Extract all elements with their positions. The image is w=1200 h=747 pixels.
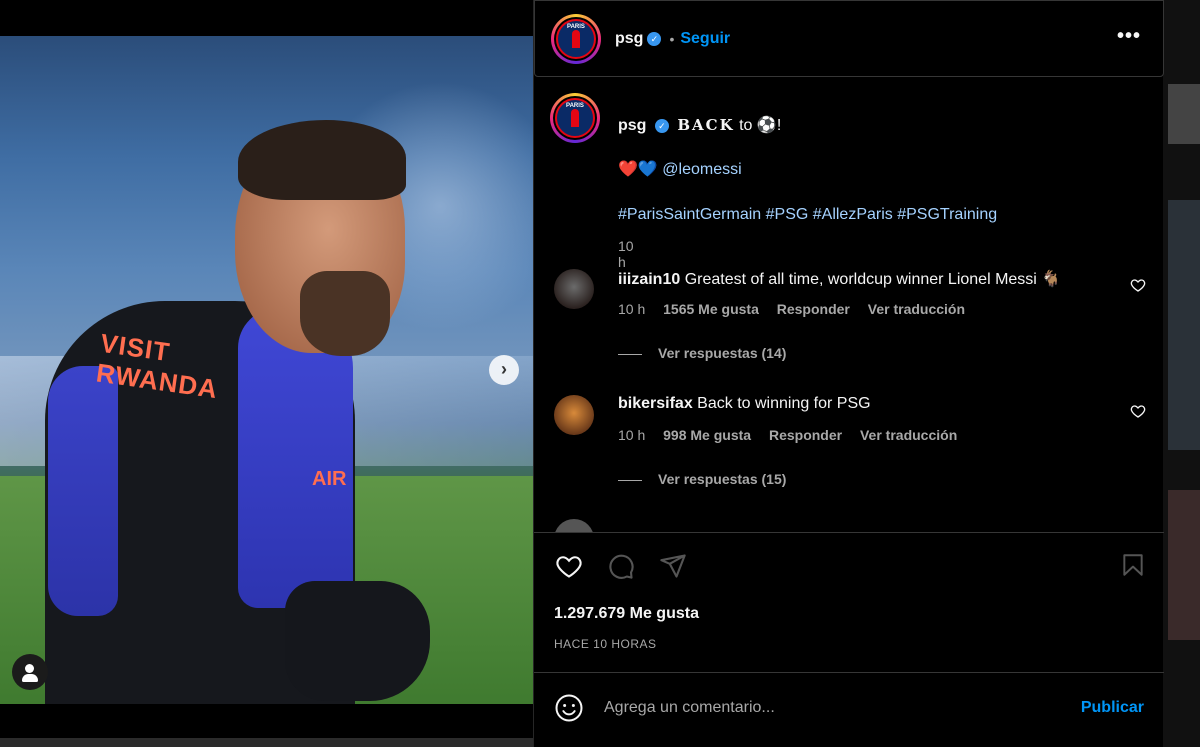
save-button[interactable] xyxy=(1120,551,1146,584)
replies-line xyxy=(618,353,642,355)
post-actions: 1.297.679 Me gusta HACE 10 HORAS xyxy=(534,532,1164,672)
caption-hashtags-line: #ParisSaintGermain #PSG #AllezParis #PSG… xyxy=(618,206,997,224)
heart-icon xyxy=(1130,405,1146,418)
psg-crest-logo: PARIS xyxy=(555,98,595,138)
jersey-logo: AIR xyxy=(312,468,347,490)
post-photo[interactable]: VISIT RWANDA AIR xyxy=(0,36,533,704)
send-icon xyxy=(660,554,686,578)
view-replies-button[interactable]: Ver respuestas (14) xyxy=(618,345,786,361)
comment-input[interactable] xyxy=(604,699,1044,717)
comment-button[interactable] xyxy=(606,551,636,581)
comment-text: Greatest of all time, worldcup winner Li… xyxy=(684,271,1062,288)
emoji-icon xyxy=(555,694,583,722)
reply-button[interactable]: Responder xyxy=(769,427,842,443)
comment-avatar[interactable] xyxy=(554,269,594,309)
comment-icon xyxy=(609,554,634,579)
comment-meta: 10 h 998 Me gusta Responder Ver traducci… xyxy=(618,427,971,443)
replies-line xyxy=(618,479,642,481)
heart-icon xyxy=(556,556,582,578)
verified-icon: ✓ xyxy=(654,118,669,133)
feed-strip xyxy=(0,738,533,747)
caption-text: psg ✓ 𝐁𝐀𝐂𝐊 to ⚽! xyxy=(618,115,1118,135)
mention-link[interactable]: @leomessi xyxy=(662,161,741,178)
user-tag-icon xyxy=(25,664,34,673)
share-button[interactable] xyxy=(658,551,688,581)
caption-time[interactable]: 10 h xyxy=(618,238,634,270)
player-beard xyxy=(300,271,390,356)
comment-likes[interactable]: 998 Me gusta xyxy=(663,427,751,443)
more-options-icon[interactable]: ••• xyxy=(1117,25,1141,48)
header-username[interactable]: psg xyxy=(615,30,643,48)
comment-composer: Publicar xyxy=(534,672,1164,747)
comment-like-button[interactable] xyxy=(1130,403,1146,422)
view-replies-button[interactable]: Ver respuestas (15) xyxy=(618,471,786,487)
publish-button[interactable]: Publicar xyxy=(1081,699,1144,717)
likes-count[interactable]: 1.297.679 Me gusta xyxy=(554,605,699,623)
reply-button[interactable]: Responder xyxy=(777,301,850,317)
player-sleeve-left xyxy=(48,366,118,616)
hashtags-link[interactable]: #ParisSaintGermain #PSG #AllezParis #PSG… xyxy=(618,206,997,223)
view-replies-label: Ver respuestas (15) xyxy=(658,471,787,487)
caption-mention-line: ❤️💙 @leomessi xyxy=(618,159,742,179)
chevron-right-icon: › xyxy=(501,359,507,379)
bookmark-icon xyxy=(1123,554,1143,576)
emoji-button[interactable] xyxy=(554,693,584,728)
comment-meta: 10 h 1565 Me gusta Responder Ver traducc… xyxy=(618,301,979,317)
comment-text-line: bikersifax Back to winning for PSG xyxy=(618,395,871,413)
follow-button[interactable]: Seguir xyxy=(680,30,730,48)
comment-text: Back to winning for PSG xyxy=(697,395,871,412)
separator-dot: • xyxy=(669,30,675,47)
caption-avatar[interactable]: PARIS xyxy=(550,93,600,143)
post-time[interactable]: HACE 10 HORAS xyxy=(554,637,657,651)
action-icons xyxy=(554,551,688,581)
profile-avatar[interactable]: PARIS xyxy=(551,13,601,64)
post-details-panel: PARIS psg ✓ • Seguir ••• PARIS psg ✓ 𝐁𝐀𝐂… xyxy=(533,0,1164,747)
view-replies-label: Ver respuestas (14) xyxy=(658,345,787,361)
comment-avatar[interactable] xyxy=(554,395,594,435)
background-feed xyxy=(1162,0,1200,747)
caption-title-suffix: to ⚽! xyxy=(739,117,782,134)
comment-likes[interactable]: 1565 Me gusta xyxy=(663,301,759,317)
player-arm xyxy=(285,581,430,701)
hearts-emoji: ❤️💙 xyxy=(618,161,658,178)
post-header: PARIS psg ✓ • Seguir ••• xyxy=(534,0,1164,77)
player-hair xyxy=(238,120,406,200)
comment-avatar-partial xyxy=(554,519,594,532)
next-photo-button[interactable]: › xyxy=(489,355,519,385)
like-button[interactable] xyxy=(554,551,584,581)
verified-icon: ✓ xyxy=(647,31,662,46)
user-tags-button[interactable] xyxy=(12,654,48,690)
caption-username[interactable]: psg xyxy=(618,117,646,134)
comments-list[interactable]: PARIS psg ✓ 𝐁𝐀𝐂𝐊 to ⚽! ❤️💙 @leomessi #Pa… xyxy=(534,77,1164,532)
caption-title: 𝐁𝐀𝐂𝐊 xyxy=(677,116,735,134)
comment-time[interactable]: 10 h xyxy=(618,301,645,317)
comment-username[interactable]: iiizain10 xyxy=(618,271,680,288)
comment-like-button[interactable] xyxy=(1130,277,1146,296)
heart-icon xyxy=(1130,279,1146,292)
user-tag-icon-body xyxy=(22,674,38,682)
comment-time[interactable]: 10 h xyxy=(618,427,645,443)
comment-username[interactable]: bikersifax xyxy=(618,395,693,412)
translate-button[interactable]: Ver traducción xyxy=(860,427,957,443)
comment-text-line: iiizain10 Greatest of all time, worldcup… xyxy=(618,269,1061,289)
translate-button[interactable]: Ver traducción xyxy=(868,301,965,317)
psg-crest-logo: PARIS xyxy=(556,18,596,59)
